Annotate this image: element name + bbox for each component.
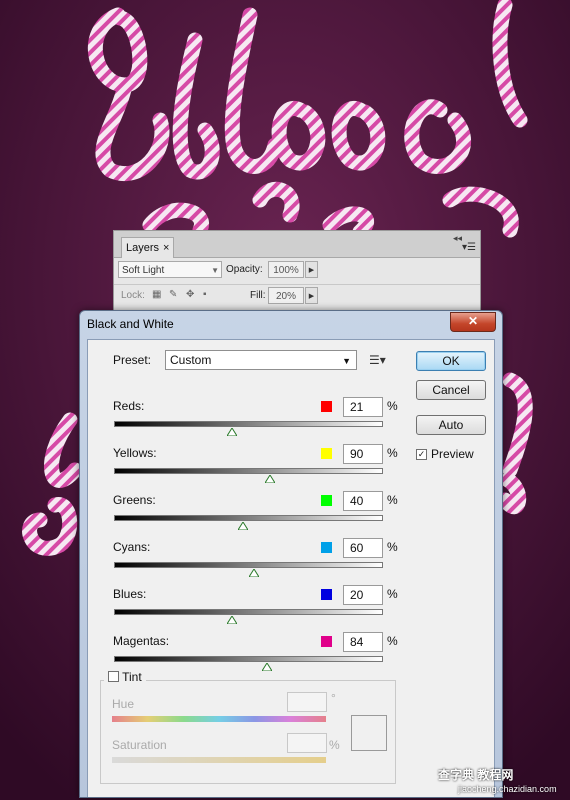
lock-label: Lock: xyxy=(121,290,145,301)
tab-layers-label: Layers xyxy=(126,242,160,254)
hue-label: Hue xyxy=(112,697,135,711)
color-swatch xyxy=(321,495,332,506)
slider-track[interactable] xyxy=(114,656,383,662)
slider-label: Reds: xyxy=(113,399,145,413)
value-field[interactable]: 90 xyxy=(343,444,383,464)
color-swatch xyxy=(321,542,332,553)
lock-image-icon[interactable]: ✎ xyxy=(169,289,177,300)
saturation-unit: % xyxy=(329,738,340,752)
slider-label: Blues: xyxy=(113,587,147,601)
color-swatch xyxy=(321,401,332,412)
percent-label: % xyxy=(387,587,398,601)
lock-all-icon[interactable]: ▪ xyxy=(203,289,207,300)
percent-label: % xyxy=(387,634,398,648)
tint-checkbox[interactable] xyxy=(108,671,119,682)
saturation-field[interactable] xyxy=(287,733,327,753)
preview-checkbox[interactable]: ✓ xyxy=(416,449,427,460)
hue-field[interactable] xyxy=(287,692,327,712)
black-and-white-dialog: Black and White ✕ Preset: Custom ▼ ☰▾ Re… xyxy=(79,310,503,798)
percent-label: % xyxy=(387,540,398,554)
lock-transparent-icon[interactable]: ▦ xyxy=(152,289,161,300)
percent-label: % xyxy=(387,493,398,507)
chevron-down-icon: ▼ xyxy=(342,356,351,366)
slider-label: Magentas: xyxy=(113,634,170,648)
saturation-label: Saturation xyxy=(112,738,167,752)
preset-value: Custom xyxy=(170,353,212,367)
dialog-title: Black and White xyxy=(87,317,174,331)
close-button[interactable]: ✕ xyxy=(450,312,496,332)
auto-button[interactable]: Auto xyxy=(416,415,486,435)
preset-label: Preset: xyxy=(113,353,152,367)
color-swatch xyxy=(321,448,332,459)
preset-select[interactable]: Custom ▼ xyxy=(165,350,357,370)
watermark-text: 查字典 教程网 xyxy=(438,768,514,782)
preset-options-icon[interactable]: ☰▾ xyxy=(369,353,386,367)
hue-unit: ° xyxy=(331,691,336,705)
tint-color-swatch[interactable] xyxy=(351,715,387,751)
slider-label: Yellows: xyxy=(113,446,157,460)
fill-field[interactable]: 20% xyxy=(268,287,304,304)
slider-label: Greens: xyxy=(113,493,156,507)
opacity-arrow-button[interactable]: ▶ xyxy=(305,261,318,278)
collapse-icon[interactable]: ◂◂ xyxy=(453,233,462,244)
watermark-url: jiaocheng.chazidian.com xyxy=(458,784,557,794)
slider-track[interactable] xyxy=(114,515,383,521)
slider-track[interactable] xyxy=(114,609,383,615)
opacity-field[interactable]: 100% xyxy=(268,261,304,278)
panel-menu-icon[interactable]: ▾☰ xyxy=(462,242,476,253)
ok-button[interactable]: OK xyxy=(416,351,486,371)
color-swatch xyxy=(321,636,332,647)
value-field[interactable]: 20 xyxy=(343,585,383,605)
saturation-slider[interactable] xyxy=(112,757,326,763)
opacity-label: Opacity: xyxy=(226,264,263,275)
value-field[interactable]: 84 xyxy=(343,632,383,652)
value-field[interactable]: 21 xyxy=(343,397,383,417)
tab-layers[interactable]: Layers × xyxy=(121,237,175,258)
chevron-down-icon: ▼ xyxy=(211,266,219,275)
blend-mode-select[interactable]: Soft Light ▼ xyxy=(118,261,222,278)
fill-label: Fill: xyxy=(250,290,266,301)
tint-legend: Tint xyxy=(104,670,146,686)
slider-track[interactable] xyxy=(114,421,383,427)
layers-tab-bar: Layers × ◂◂ ▾☰ xyxy=(114,231,480,258)
percent-label: % xyxy=(387,399,398,413)
preview-label: Preview xyxy=(431,447,474,461)
hue-slider[interactable] xyxy=(112,716,326,722)
fill-arrow-button[interactable]: ▶ xyxy=(305,287,318,304)
slider-track[interactable] xyxy=(114,562,383,568)
close-icon[interactable]: × xyxy=(163,242,169,254)
dialog-client-area: Preset: Custom ▼ ☰▾ Reds: 21% Yellows: 90% G… xyxy=(87,339,495,797)
slider-label: Cyans: xyxy=(113,540,151,554)
cancel-button[interactable]: Cancel xyxy=(416,380,486,400)
slider-track[interactable] xyxy=(114,468,383,474)
percent-label: % xyxy=(387,446,398,460)
lock-position-icon[interactable]: ✥ xyxy=(186,289,194,300)
value-field[interactable]: 40 xyxy=(343,491,383,511)
tint-label: Tint xyxy=(122,670,142,684)
color-swatch xyxy=(321,589,332,600)
value-field[interactable]: 60 xyxy=(343,538,383,558)
blend-mode-value: Soft Light xyxy=(122,265,165,276)
